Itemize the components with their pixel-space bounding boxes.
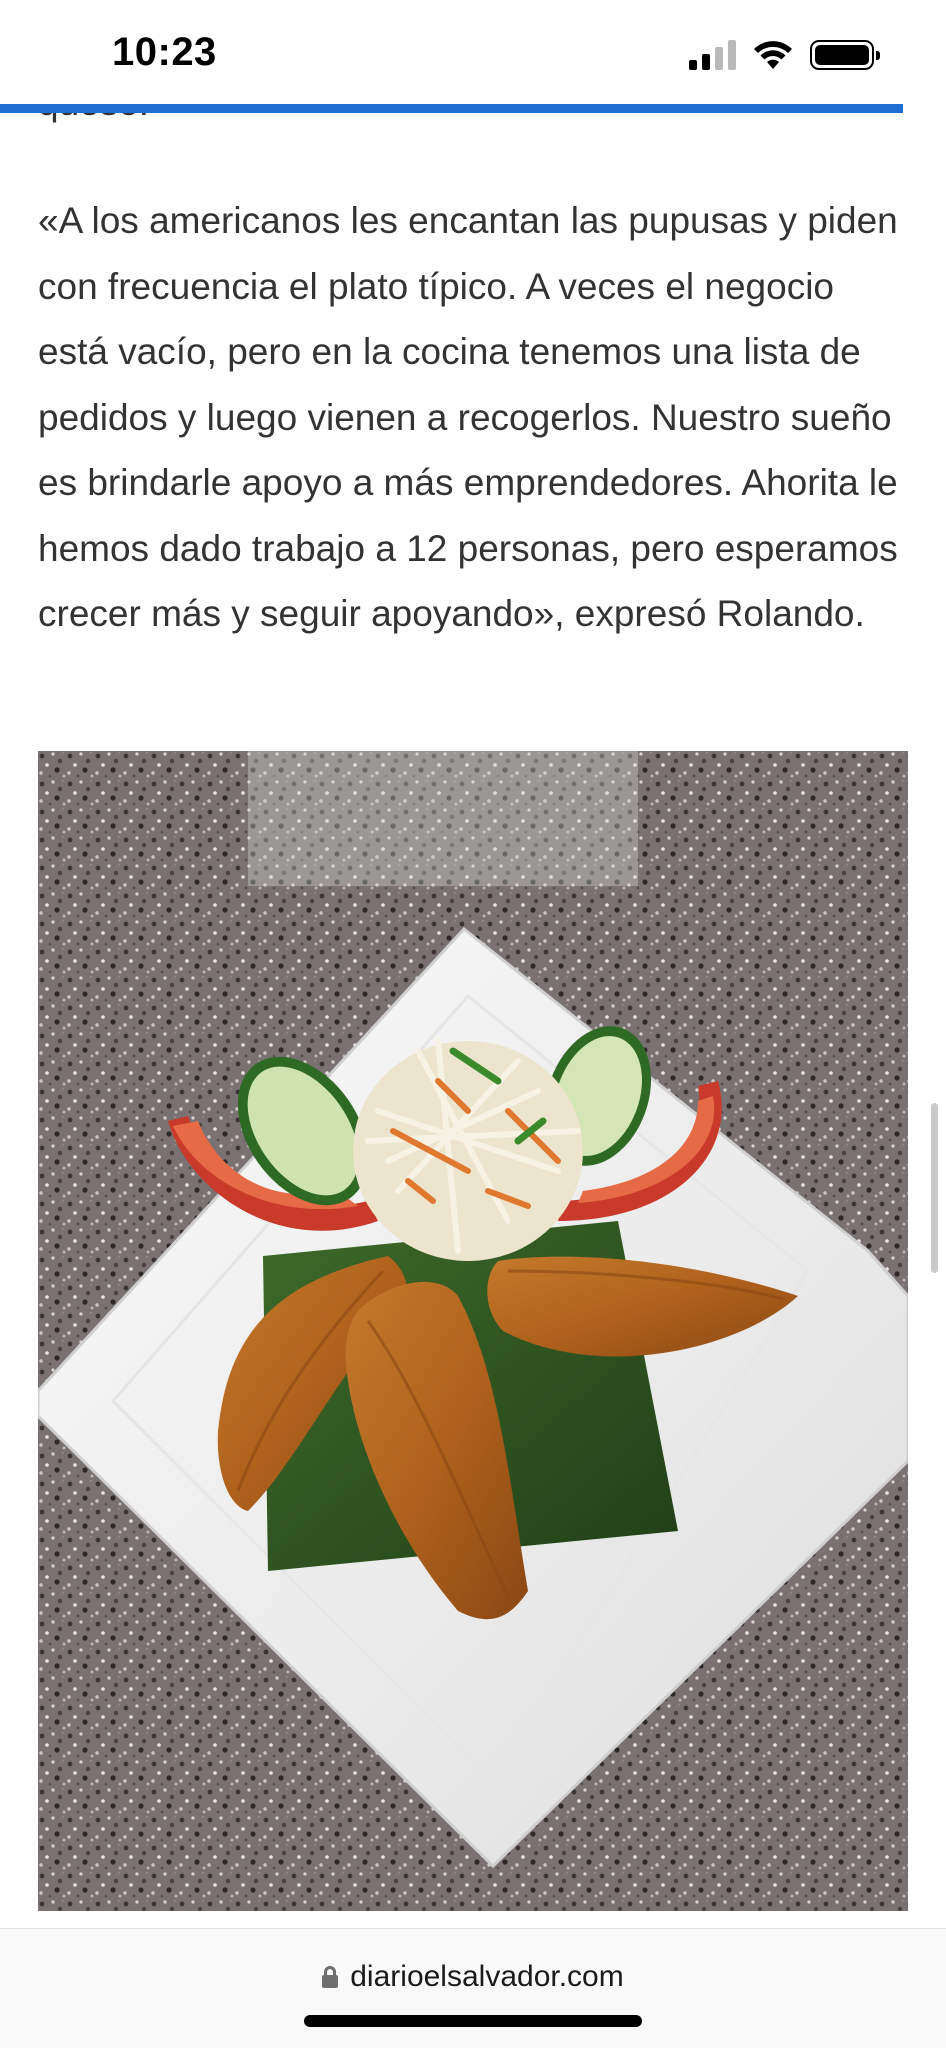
wifi-icon xyxy=(752,39,794,71)
home-indicator[interactable] xyxy=(304,2015,642,2027)
address-bar[interactable]: diarioelsalvador.com xyxy=(0,1957,946,1997)
url-text: diarioelsalvador.com xyxy=(350,1960,624,1993)
status-time: 10:23 xyxy=(112,30,217,74)
empanadas-photo-graphic xyxy=(38,751,908,1911)
reading-progress-bar xyxy=(0,104,946,113)
screen: 10:23 queso. «A los am xyxy=(0,0,946,2048)
scrollbar[interactable] xyxy=(931,1103,938,1273)
status-icons xyxy=(689,38,880,72)
browser-bottom-bar: diarioelsalvador.com xyxy=(0,1928,946,2048)
lock-icon xyxy=(322,1966,339,1988)
status-bar: 10:23 xyxy=(0,0,946,104)
reading-progress-fill xyxy=(0,104,904,113)
battery-icon xyxy=(810,40,880,70)
article-paragraph: «A los americanos les encantan las pupus… xyxy=(38,200,898,634)
cellular-signal-icon xyxy=(689,40,736,70)
article-photo[interactable] xyxy=(38,751,908,1911)
